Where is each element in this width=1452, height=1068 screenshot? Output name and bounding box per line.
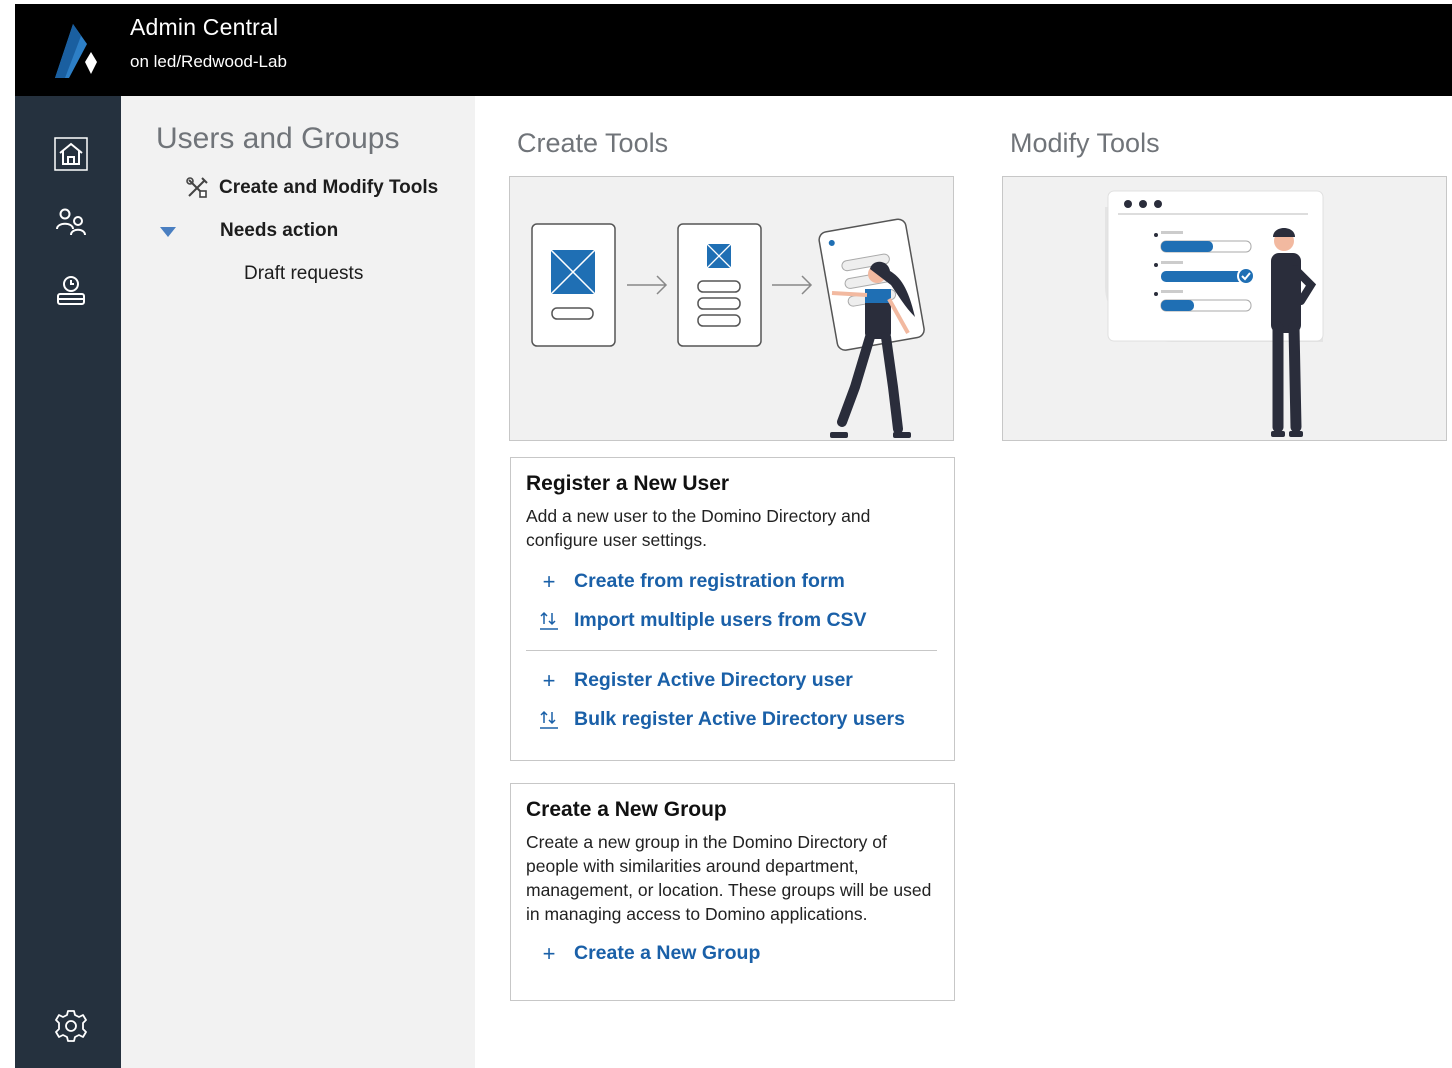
action-label: Import multiple users from CSV	[574, 609, 867, 631]
nav-item-draft-requests[interactable]: Draft requests	[244, 263, 363, 285]
gear-icon	[55, 1010, 87, 1042]
card-divider	[526, 650, 937, 651]
rail-home-button[interactable]	[51, 134, 91, 174]
create-tools-illustration	[509, 176, 954, 441]
rail-users-button[interactable]	[51, 202, 91, 242]
create-group-card: Create a New Group Create a new group in…	[510, 783, 955, 1001]
caret-down-icon[interactable]	[159, 226, 177, 238]
server-name: on led/Redwood-Lab	[130, 52, 287, 71]
users-icon	[56, 208, 86, 236]
plus-icon: +	[542, 568, 556, 594]
action-label: Bulk register Active Directory users	[574, 708, 905, 730]
modify-tools-illustration-graphic	[1105, 190, 1324, 437]
admin-central-logo[interactable]	[51, 22, 101, 78]
rail-settings-button[interactable]	[51, 1006, 91, 1046]
nav-item-needs-action[interactable]: Needs action	[220, 220, 338, 242]
nav-title: Users and Groups	[156, 122, 400, 155]
register-user-description: Add a new user to the Domino Directory a…	[526, 506, 871, 550]
create-tools-title: Create Tools	[517, 128, 669, 158]
app-title: Admin Central	[130, 14, 279, 40]
import-users-csv-link[interactable]: Import multiple users from CSV	[526, 601, 937, 640]
action-label: Create from registration form	[574, 570, 845, 592]
action-label: Register Active Directory user	[574, 669, 853, 691]
modify-tools-illustration	[1002, 176, 1447, 441]
register-user-card: Register a New User Add a new user to th…	[510, 457, 955, 761]
plus-icon: +	[542, 940, 556, 966]
server-clock-icon	[57, 276, 85, 305]
tools-icon	[186, 177, 208, 198]
create-new-group-link[interactable]: + Create a New Group	[526, 934, 937, 973]
modify-tools-title: Modify Tools	[1010, 128, 1160, 158]
nav-tools-label: Create and Modify Tools	[219, 177, 439, 198]
action-label: Create a New Group	[574, 942, 761, 964]
bulk-register-active-directory-link[interactable]: Bulk register Active Directory users	[526, 700, 937, 739]
app-header: Admin Central on led/Redwood-Lab	[15, 4, 1452, 96]
rail-server-button[interactable]	[51, 270, 91, 310]
import-icon	[538, 709, 560, 731]
create-group-description: Create a new group in the Domino Directo…	[526, 832, 932, 924]
import-icon	[538, 610, 560, 632]
create-from-registration-form-link[interactable]: + Create from registration form	[526, 562, 937, 601]
left-rail	[15, 96, 121, 1068]
register-user-title: Register a New User	[526, 472, 730, 495]
register-active-directory-user-link[interactable]: + Register Active Directory user	[526, 661, 937, 700]
create-tools-illustration-graphic	[531, 218, 925, 438]
home-icon	[54, 137, 88, 171]
section-nav: Users and Groups Create and Modify Tools…	[121, 96, 475, 1068]
create-group-title: Create a New Group	[526, 798, 727, 821]
nav-item-create-modify-tools[interactable]: Create and Modify Tools	[185, 176, 438, 200]
plus-icon: +	[542, 667, 556, 693]
